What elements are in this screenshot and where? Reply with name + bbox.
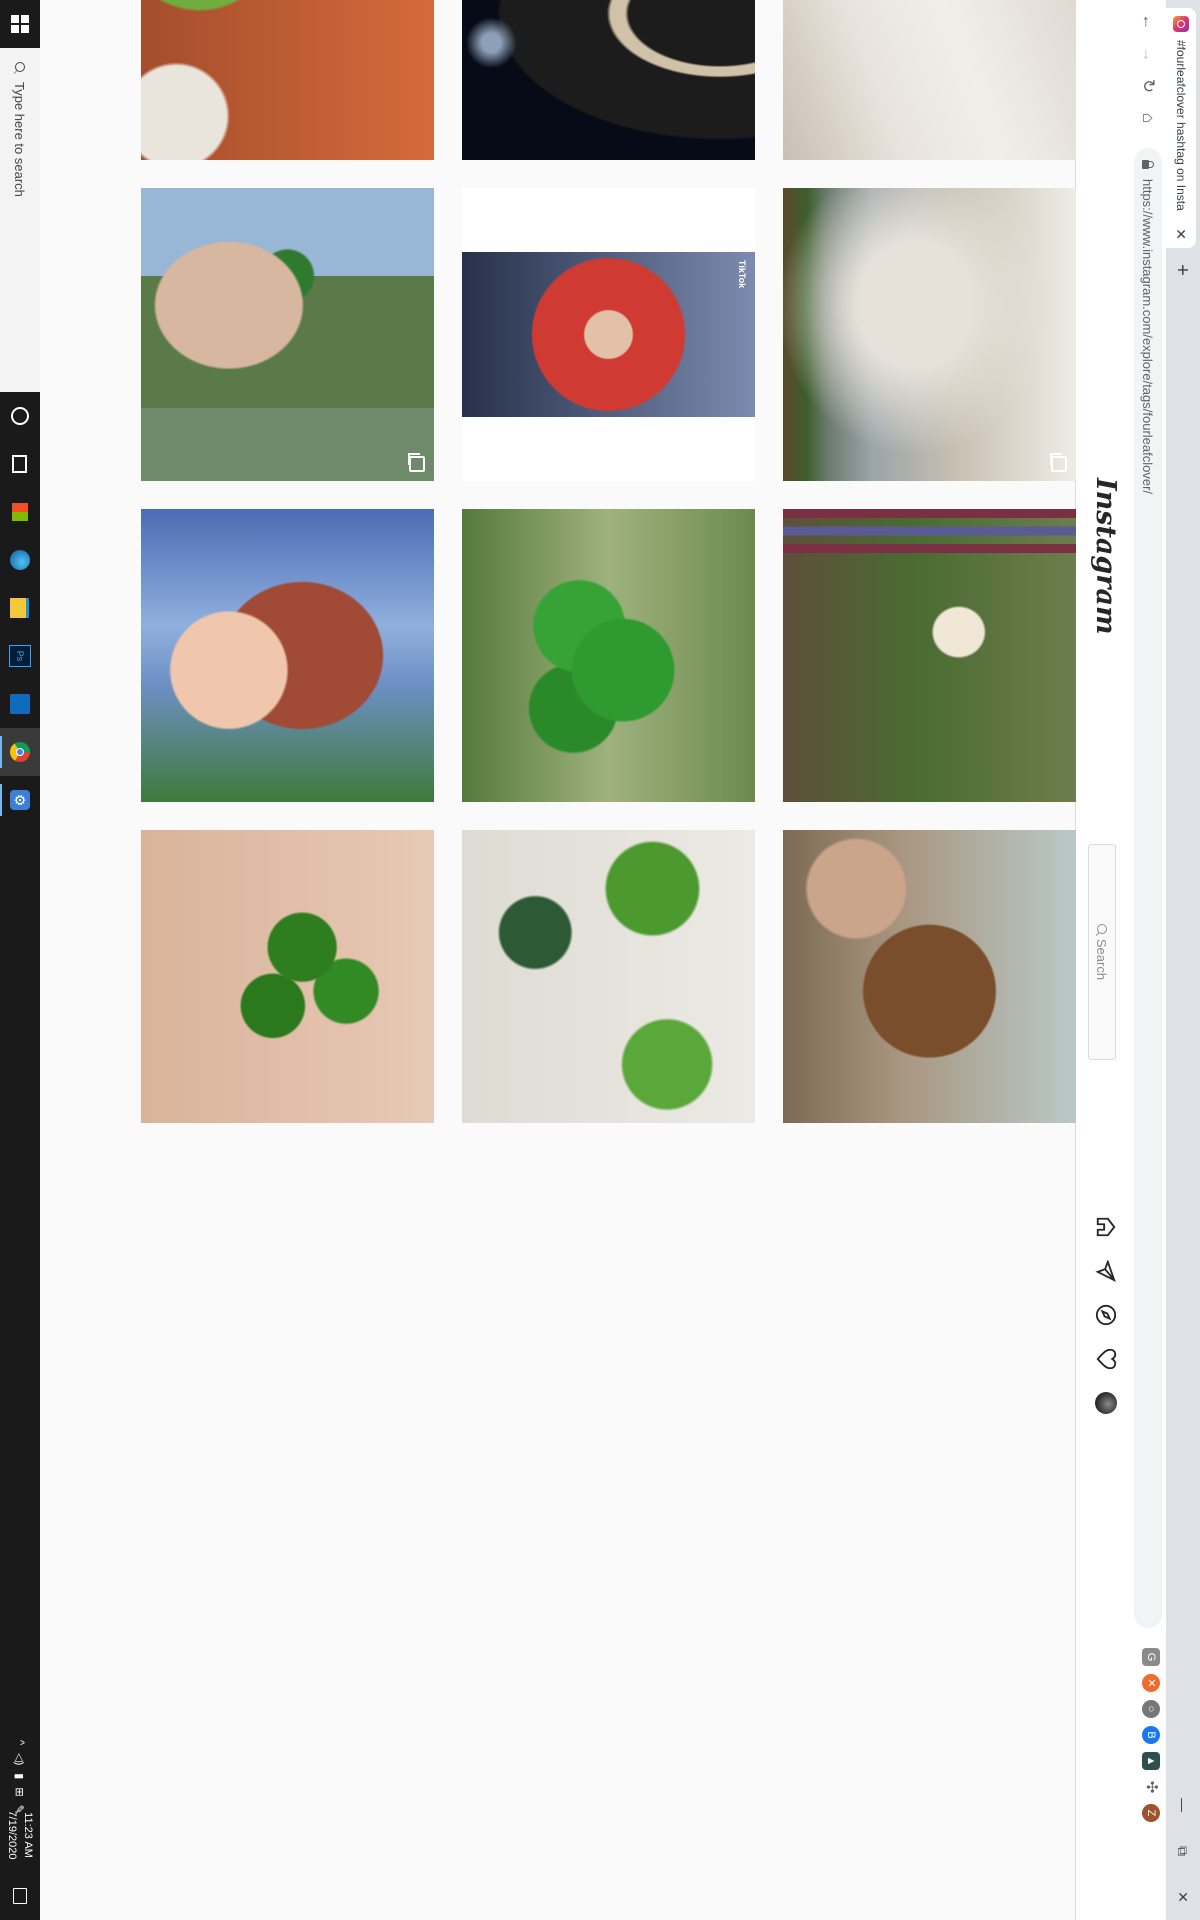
restore-button[interactable]: ⧉ bbox=[1166, 1828, 1200, 1874]
clock-date: 7/19/2020 bbox=[6, 1810, 18, 1860]
extension-blue-icon[interactable]: B bbox=[1142, 1726, 1160, 1744]
notification-center-icon[interactable] bbox=[0, 1876, 40, 1916]
tiktok-watermark: TikTok bbox=[737, 260, 747, 289]
file-explorer-icon[interactable] bbox=[0, 584, 40, 632]
tab-close-icon[interactable]: ✕ bbox=[1173, 228, 1190, 240]
network-icon[interactable]: ⊞ bbox=[14, 1787, 27, 1796]
instagram-header: Instagram Search bbox=[1075, 0, 1130, 1920]
clock-time: 11:23 AM bbox=[22, 1812, 34, 1858]
extension-g-icon[interactable]: G bbox=[1142, 1648, 1160, 1666]
taskbar-search-input[interactable]: Type here to search bbox=[0, 48, 40, 392]
extension-photo-icon[interactable]: ▲ bbox=[1142, 1752, 1160, 1770]
tab-title: #fourleafclover hashtag on Insta bbox=[1174, 40, 1188, 211]
extension-circle-icon[interactable]: ○ bbox=[1142, 1700, 1160, 1718]
search-icon bbox=[15, 62, 25, 72]
multiple-photos-icon bbox=[1051, 456, 1067, 472]
profile-icon[interactable]: Z bbox=[1142, 1804, 1160, 1822]
instagram-favicon-icon bbox=[1173, 16, 1189, 32]
extensions-puzzle-icon[interactable]: ✣ bbox=[1142, 1778, 1160, 1796]
post-tile[interactable] bbox=[141, 188, 434, 481]
window-controls: — ⧉ ✕ bbox=[1166, 1782, 1200, 1920]
photoshop-icon[interactable]: Ps bbox=[0, 632, 40, 680]
search-placeholder: Search bbox=[1094, 938, 1110, 981]
taskbar-clock[interactable]: 11:23 AM 7/19/2020 bbox=[4, 1800, 36, 1870]
windows-start-icon[interactable] bbox=[0, 0, 40, 48]
post-tile[interactable] bbox=[783, 509, 1076, 802]
post-tile[interactable] bbox=[462, 509, 755, 802]
cortana-icon[interactable] bbox=[0, 392, 40, 440]
desktop-screen: #fourleafclover hashtag on Insta ✕ + — ⧉… bbox=[0, 0, 1200, 1920]
direct-message-icon[interactable] bbox=[1095, 1260, 1117, 1282]
close-window-button[interactable]: ✕ bbox=[1166, 1874, 1200, 1920]
explore-compass-icon[interactable] bbox=[1095, 1304, 1117, 1326]
microsoft-store-icon[interactable] bbox=[0, 488, 40, 536]
taskbar-search-placeholder: Type here to search bbox=[12, 82, 28, 197]
battery-icon[interactable]: ▮ bbox=[14, 1773, 27, 1779]
home-icon[interactable]: ⌂ bbox=[1134, 104, 1162, 132]
edge-browser-icon[interactable] bbox=[0, 536, 40, 584]
extensions-row: G ✕ ○ B ▲ ✣ Z bbox=[1142, 1648, 1160, 1822]
instagram-logo[interactable]: Instagram bbox=[1090, 478, 1121, 635]
url-text: https://www.instagram.com/explore/tags/f… bbox=[1140, 179, 1156, 495]
task-view-icon[interactable] bbox=[0, 440, 40, 488]
new-tab-button[interactable]: + bbox=[1169, 258, 1193, 282]
outlook-icon[interactable] bbox=[0, 680, 40, 728]
settings-gear-icon[interactable]: ⚙ bbox=[0, 776, 40, 824]
search-input[interactable]: Search bbox=[1088, 844, 1116, 1060]
taskbar: Type here to search Ps ⚙ ^ ◁) ▮ ⊞ ✎ 11:2… bbox=[0, 0, 40, 1920]
post-tile-partial[interactable] bbox=[141, 0, 434, 160]
chrome-browser-icon[interactable] bbox=[0, 728, 40, 776]
user-avatar[interactable] bbox=[1095, 1392, 1117, 1414]
post-tile[interactable]: TikTok bbox=[462, 188, 755, 481]
browser-toolbar: ← → ↻ ⌂ https://www.instagram.com/explor… bbox=[1129, 0, 1166, 1920]
post-tile-partial[interactable] bbox=[783, 0, 1076, 160]
multiple-photos-icon bbox=[409, 456, 425, 472]
reload-icon[interactable]: ↻ bbox=[1134, 72, 1162, 100]
post-tile[interactable] bbox=[141, 509, 434, 802]
tray-chevron-icon[interactable]: ^ bbox=[14, 1740, 26, 1745]
forward-arrow-icon[interactable]: → bbox=[1134, 40, 1162, 68]
browser-tab-active[interactable]: #fourleafclover hashtag on Insta ✕ bbox=[1166, 8, 1196, 248]
lock-icon bbox=[1142, 160, 1150, 169]
minimize-button[interactable]: — bbox=[1166, 1782, 1200, 1828]
extension-orange-icon[interactable]: ✕ bbox=[1142, 1674, 1160, 1692]
post-tile[interactable] bbox=[141, 830, 434, 1123]
back-arrow-icon[interactable]: ← bbox=[1134, 8, 1162, 36]
post-tile[interactable] bbox=[462, 830, 755, 1123]
tab-strip: #fourleafclover hashtag on Insta ✕ + — ⧉… bbox=[1166, 0, 1200, 1920]
volume-icon[interactable]: ◁) bbox=[14, 1753, 27, 1765]
home-icon[interactable] bbox=[1095, 1216, 1117, 1238]
post-grid: TikTok bbox=[0, 0, 1076, 1920]
search-icon bbox=[1097, 923, 1107, 934]
address-bar[interactable]: https://www.instagram.com/explore/tags/f… bbox=[1134, 148, 1162, 1628]
activity-heart-icon[interactable] bbox=[1095, 1348, 1117, 1370]
instagram-nav bbox=[1095, 1216, 1117, 1414]
post-tile[interactable] bbox=[783, 188, 1076, 481]
post-tile-partial[interactable] bbox=[462, 0, 755, 160]
video-icon bbox=[728, 454, 746, 472]
post-tile[interactable] bbox=[783, 830, 1076, 1123]
